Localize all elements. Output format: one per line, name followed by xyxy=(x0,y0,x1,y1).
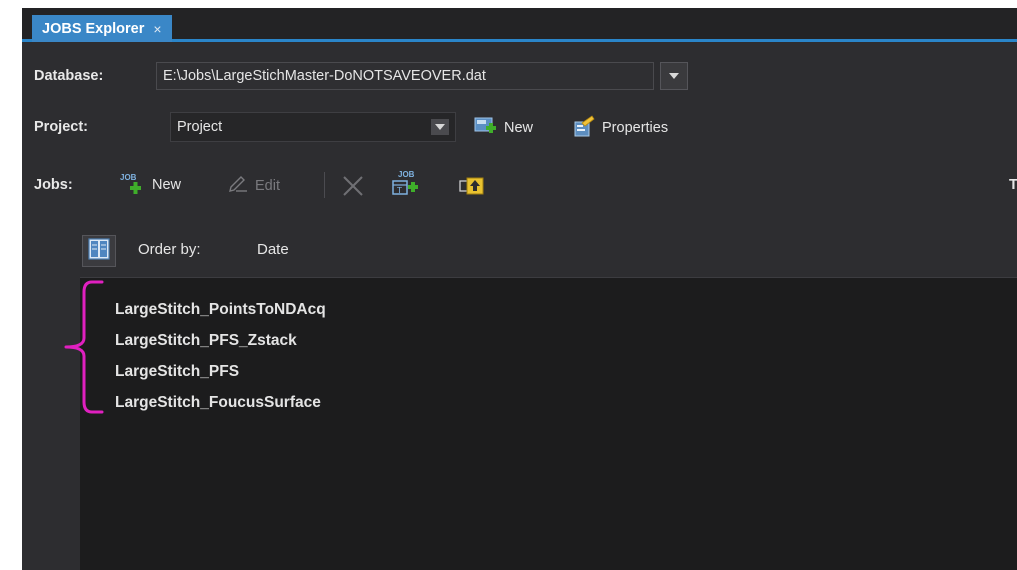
job-item-pfs-zstack[interactable]: LargeStitch_PFS_Zstack xyxy=(115,325,326,356)
new-job-label: New xyxy=(152,177,182,193)
project-label: Project: xyxy=(34,119,88,135)
project-select[interactable]: Project xyxy=(170,112,456,142)
delete-job-button[interactable] xyxy=(340,173,366,203)
job-item-points-to-nd-acq[interactable]: LargeStitch_PointsToNDAcq xyxy=(115,294,326,325)
new-project-button[interactable]: New xyxy=(474,115,533,141)
tab-title: JOBS Explorer xyxy=(42,20,145,37)
project-row: Project: Project New Properties xyxy=(22,112,1017,142)
database-label: Database: xyxy=(34,68,104,84)
database-row: Database: E:\Jobs\LargeStichMaster-DoNOT… xyxy=(22,62,1017,90)
edit-icon xyxy=(227,173,249,199)
new-job-button[interactable]: JOB New xyxy=(120,173,181,197)
order-by-value[interactable]: Date xyxy=(257,241,289,258)
screenshot-stage: JOBS Explorer × Database: E:\Jobs\LargeS… xyxy=(0,0,1017,570)
job-item-focus-surface[interactable]: LargeStitch_FoucusSurface xyxy=(115,387,326,418)
new-project-icon xyxy=(474,115,498,141)
job-list: LargeStitch_PointsToNDAcq LargeStitch_PF… xyxy=(115,294,326,418)
chevron-down-icon xyxy=(669,73,679,79)
toolbar-separator xyxy=(324,172,325,198)
delete-icon xyxy=(340,173,366,203)
tab-jobs-explorer[interactable]: JOBS Explorer × xyxy=(32,15,172,42)
jobs-label: Jobs: xyxy=(34,177,73,193)
project-dropdown-button[interactable] xyxy=(431,119,449,135)
properties-icon xyxy=(572,114,596,142)
list-view-icon xyxy=(88,237,110,265)
export-icon xyxy=(459,173,487,201)
properties-label: Properties xyxy=(602,120,669,136)
truncated-label: T xyxy=(1009,177,1017,193)
edit-job-label: Edit xyxy=(255,178,280,194)
svg-text:T: T xyxy=(396,186,402,195)
database-dropdown-button[interactable] xyxy=(660,62,688,90)
close-icon[interactable]: × xyxy=(153,21,161,37)
jobs-list-area: Order by: Date LargeStitch_PointsToNDAcq… xyxy=(80,218,1017,570)
tab-strip: JOBS Explorer × xyxy=(22,8,1017,42)
new-project-label: New xyxy=(504,120,534,136)
order-by-label: Order by: xyxy=(138,241,201,258)
new-job-icon: JOB xyxy=(120,173,146,197)
database-path-field[interactable]: E:\Jobs\LargeStichMaster-DoNOTSAVEOVER.d… xyxy=(156,62,654,90)
edit-job-button[interactable]: Edit xyxy=(227,173,280,199)
job-template-button[interactable]: JOB T xyxy=(390,170,420,198)
project-selected-value: Project xyxy=(177,119,223,135)
jobs-explorer-panel: JOBS Explorer × Database: E:\Jobs\LargeS… xyxy=(22,8,1017,570)
jobs-toolbar: Jobs: JOB New Edit JOB T T xyxy=(22,170,1017,200)
job-template-icon: JOB T xyxy=(390,170,420,198)
chevron-down-icon xyxy=(435,124,445,130)
export-job-button[interactable] xyxy=(459,173,487,201)
project-properties-button[interactable]: Properties xyxy=(572,114,668,142)
job-item-pfs[interactable]: LargeStitch_PFS xyxy=(115,356,326,387)
order-by-bar: Order by: Date xyxy=(80,218,1017,278)
list-view-toggle-button[interactable] xyxy=(82,235,116,267)
